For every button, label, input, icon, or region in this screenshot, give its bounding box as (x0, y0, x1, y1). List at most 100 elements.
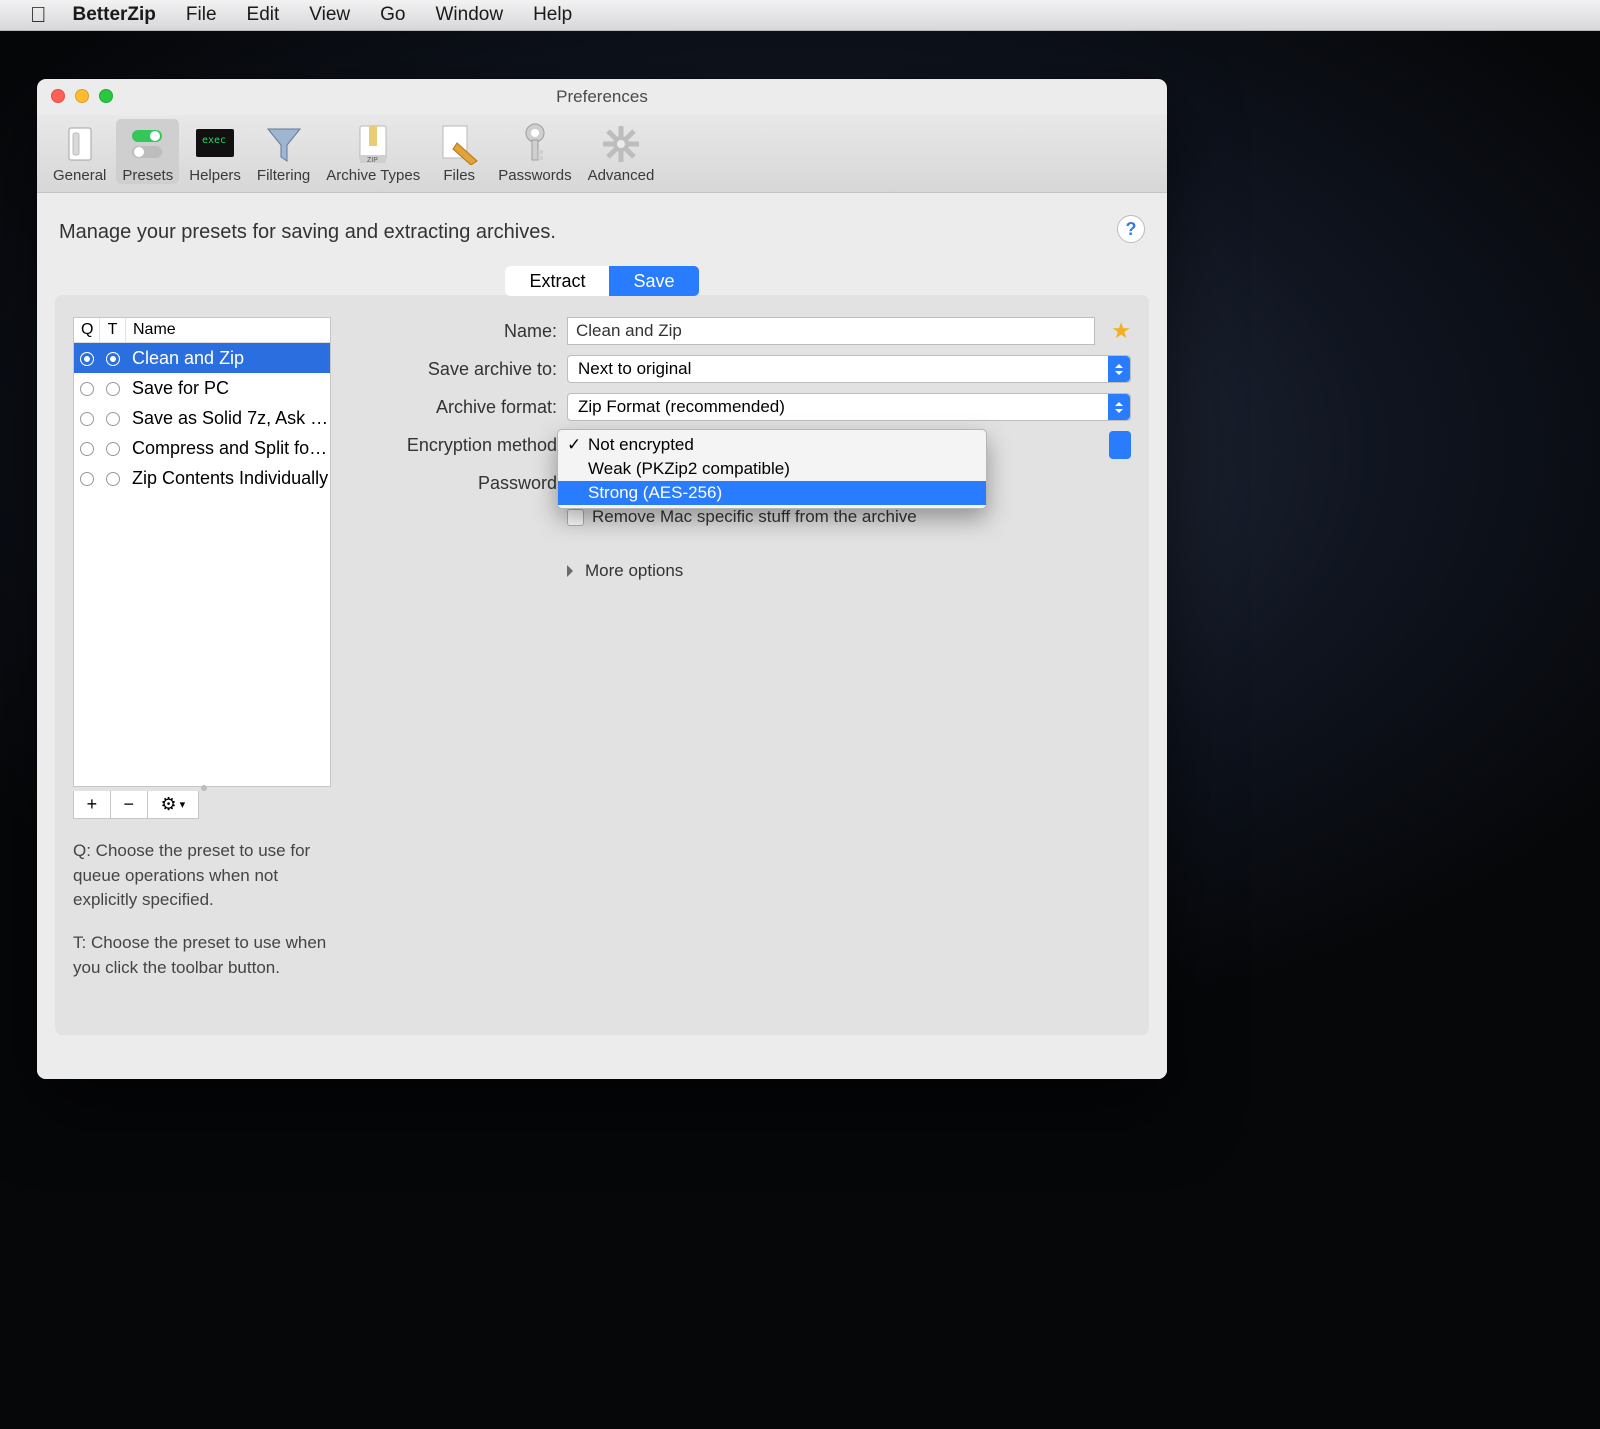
tab-archive-types[interactable]: ZIP Archive Types (320, 119, 426, 184)
save-to-popup[interactable]: Next to original (567, 355, 1131, 383)
close-window-button[interactable] (51, 89, 65, 103)
help-button[interactable]: ? (1117, 215, 1145, 243)
popup-arrows-icon (1108, 394, 1130, 420)
menu-help[interactable]: Help (521, 4, 584, 26)
passwords-icon (512, 123, 558, 165)
preset-name: Save as Solid 7z, Ask fo… (126, 408, 330, 429)
svg-text:exec: exec (202, 135, 226, 146)
content-panel: Q T Name Clean and Zip Save for (55, 295, 1149, 1035)
general-icon (57, 123, 103, 165)
menu-window[interactable]: Window (423, 4, 515, 26)
apple-menu-icon[interactable]:  (22, 2, 55, 28)
remove-mac-checkbox[interactable] (567, 509, 584, 526)
preset-row[interactable]: Save for PC (74, 373, 330, 403)
preset-row[interactable]: Zip Contents Individually (74, 463, 330, 493)
encryption-option-strong[interactable]: Strong (AES-256) (558, 481, 986, 505)
preset-list-header: Q T Name (74, 318, 330, 343)
hint-t: T: Choose the preset to use when you cli… (73, 931, 331, 980)
add-preset-button[interactable]: + (74, 791, 111, 818)
tab-label: Archive Types (326, 167, 420, 184)
gear-icon: ⚙︎ (161, 794, 177, 815)
segment-extract[interactable]: Extract (505, 266, 609, 296)
tab-files[interactable]: Files (430, 119, 488, 184)
preset-name: Save for PC (126, 378, 330, 399)
header-name[interactable]: Name (126, 318, 330, 342)
page-description: Manage your presets for saving and extra… (59, 221, 1149, 244)
chevron-down-icon: ▾ (180, 798, 186, 811)
app-name[interactable]: BetterZip (61, 4, 168, 26)
tab-passwords[interactable]: Passwords (492, 119, 577, 184)
preset-form: Name: ★ Save archive to: Next to origina… (371, 317, 1131, 1015)
preset-row[interactable]: Compress and Split for… (74, 433, 330, 463)
tab-filtering[interactable]: Filtering (251, 119, 316, 184)
archive-format-popup[interactable]: Zip Format (recommended) (567, 393, 1131, 421)
tab-advanced[interactable]: Advanced (582, 119, 661, 184)
zoom-window-button[interactable] (99, 89, 113, 103)
name-field[interactable] (567, 317, 1095, 345)
encryption-option-not-encrypted[interactable]: Not encrypted (558, 433, 986, 457)
preferences-window: Preferences General Presets (37, 79, 1167, 1079)
format-label: Archive format: (371, 397, 557, 418)
header-q[interactable]: Q (74, 318, 100, 342)
disclosure-triangle-icon (567, 565, 579, 577)
preset-actions-button[interactable]: ⚙︎▾ (148, 791, 198, 818)
preset-name: Clean and Zip (126, 348, 330, 369)
segment-save[interactable]: Save (609, 266, 698, 296)
window-titlebar[interactable]: Preferences (37, 79, 1167, 115)
popup-arrows-icon (1109, 431, 1131, 459)
preset-row[interactable]: Clean and Zip (74, 343, 330, 373)
queue-radio[interactable] (74, 348, 100, 369)
tab-label: Filtering (257, 167, 310, 184)
helpers-icon: exec (192, 123, 238, 165)
preferences-body: Manage your presets for saving and extra… (37, 193, 1167, 1079)
tab-label: Helpers (189, 167, 241, 184)
tab-general[interactable]: General (47, 119, 112, 184)
queue-radio[interactable] (74, 378, 100, 399)
menu-view[interactable]: View (297, 4, 362, 26)
queue-radio[interactable] (74, 408, 100, 429)
favorite-star-icon[interactable]: ★ (1111, 318, 1131, 344)
preset-name: Zip Contents Individually (126, 468, 330, 489)
toolbar-radio[interactable] (100, 348, 126, 369)
tab-label: Files (443, 167, 475, 184)
menu-go[interactable]: Go (368, 4, 417, 26)
queue-radio[interactable] (74, 468, 100, 489)
column-resize-dot[interactable] (201, 785, 207, 791)
preset-list-buttons: + − ⚙︎▾ (73, 791, 199, 819)
presets-icon (125, 123, 171, 165)
preset-list[interactable]: Q T Name Clean and Zip Save for (73, 317, 331, 787)
tab-label: Advanced (588, 167, 655, 184)
archive-types-icon: ZIP (350, 123, 396, 165)
preset-row[interactable]: Save as Solid 7z, Ask fo… (74, 403, 330, 433)
name-label: Name: (371, 321, 557, 342)
encryption-label: Encryption method (371, 435, 557, 456)
tab-presets[interactable]: Presets (116, 119, 179, 184)
desktop: Preferences General Presets (0, 31, 1600, 1429)
preset-name: Compress and Split for… (126, 438, 330, 459)
tab-label: Presets (122, 167, 173, 184)
svg-text:ZIP: ZIP (367, 157, 378, 164)
header-t[interactable]: T (100, 318, 126, 342)
tab-label: Passwords (498, 167, 571, 184)
tab-label: General (53, 167, 106, 184)
files-icon (436, 123, 482, 165)
remove-mac-label: Remove Mac specific stuff from the archi… (592, 507, 917, 527)
tab-helpers[interactable]: exec Helpers (183, 119, 247, 184)
more-options-disclosure[interactable]: More options (567, 561, 1131, 581)
minimize-window-button[interactable] (75, 89, 89, 103)
queue-radio[interactable] (74, 438, 100, 459)
mac-menubar:  BetterZip File Edit View Go Window Hel… (0, 0, 1600, 31)
toolbar-radio[interactable] (100, 378, 126, 399)
toolbar-radio[interactable] (100, 408, 126, 429)
menu-edit[interactable]: Edit (235, 4, 292, 26)
toolbar-radio[interactable] (100, 438, 126, 459)
menu-file[interactable]: File (174, 4, 229, 26)
preferences-toolbar: General Presets exec Helpers (37, 115, 1167, 193)
toolbar-radio[interactable] (100, 468, 126, 489)
save-to-label: Save archive to: (371, 359, 557, 380)
extract-save-segmented: Extract Save (505, 266, 698, 296)
remove-preset-button[interactable]: − (111, 791, 148, 818)
filtering-icon (261, 123, 307, 165)
encryption-option-weak[interactable]: Weak (PKZip2 compatible) (558, 457, 986, 481)
save-to-value: Next to original (578, 359, 691, 379)
